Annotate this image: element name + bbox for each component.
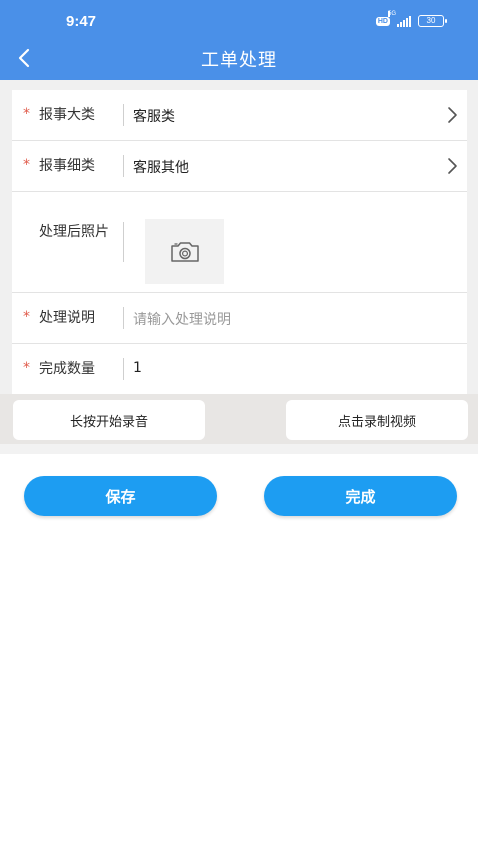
chevron-right-icon [448,158,457,174]
hd-badge: HD [375,16,390,26]
subcategory-value: 客服其他 [133,160,189,176]
category-row[interactable]: * 报事大类 客服类 [12,90,467,141]
form-card: * 报事大类 客服类 * 报事细类 客服其他 处理后照片 * 处理说明 请输入处… [12,90,467,394]
category-label: 报事大类 [39,107,95,123]
signal-icon: 5G [388,11,411,27]
subcategory-row[interactable]: * 报事细类 客服其他 [12,141,467,192]
record-video-button[interactable]: 点击录制视频 [286,400,468,440]
status-icons: HD 5G 30 [375,11,447,27]
description-row: * 处理说明 请输入处理说明 [12,293,467,344]
record-audio-button[interactable]: 长按开始录音 [13,400,205,440]
description-input[interactable]: 请输入处理说明 [133,309,231,329]
status-time: 9:47 [66,13,97,30]
media-bar: 长按开始录音 点击录制视频 [0,394,478,444]
app-header: 9:47 HD 5G 30 工单处理 [0,0,478,80]
row-separator [123,155,124,177]
required-mark: * [23,309,30,325]
photo-upload-button[interactable] [145,219,224,284]
category-value: 客服类 [133,109,175,125]
required-mark: * [23,360,30,376]
row-separator [123,307,124,329]
description-label: 处理说明 [39,310,95,326]
network-label: 5G [388,11,397,17]
chevron-right-icon [448,107,457,123]
page-title: 工单处理 [201,50,277,71]
quantity-row: * 完成数量 1 [12,344,467,394]
row-separator [123,104,124,126]
complete-button[interactable]: 完成 [264,476,457,516]
camera-icon [171,242,199,262]
quantity-input[interactable]: 1 [133,360,142,376]
row-separator [123,222,124,262]
battery-icon: 30 [418,15,447,27]
save-button[interactable]: 保存 [24,476,217,516]
row-separator [123,358,124,380]
photo-row: 处理后照片 [12,192,467,293]
required-mark: * [23,106,30,122]
status-bar: 9:47 HD 5G 30 [0,0,478,44]
subcategory-label: 报事细类 [39,158,95,174]
section-divider [0,444,478,454]
work-order-form: * 报事大类 客服类 * 报事细类 客服其他 处理后照片 * 处理说明 请输入处… [0,80,478,394]
quantity-label: 完成数量 [39,361,95,377]
required-mark: * [23,157,30,173]
photo-label: 处理后照片 [39,224,109,240]
